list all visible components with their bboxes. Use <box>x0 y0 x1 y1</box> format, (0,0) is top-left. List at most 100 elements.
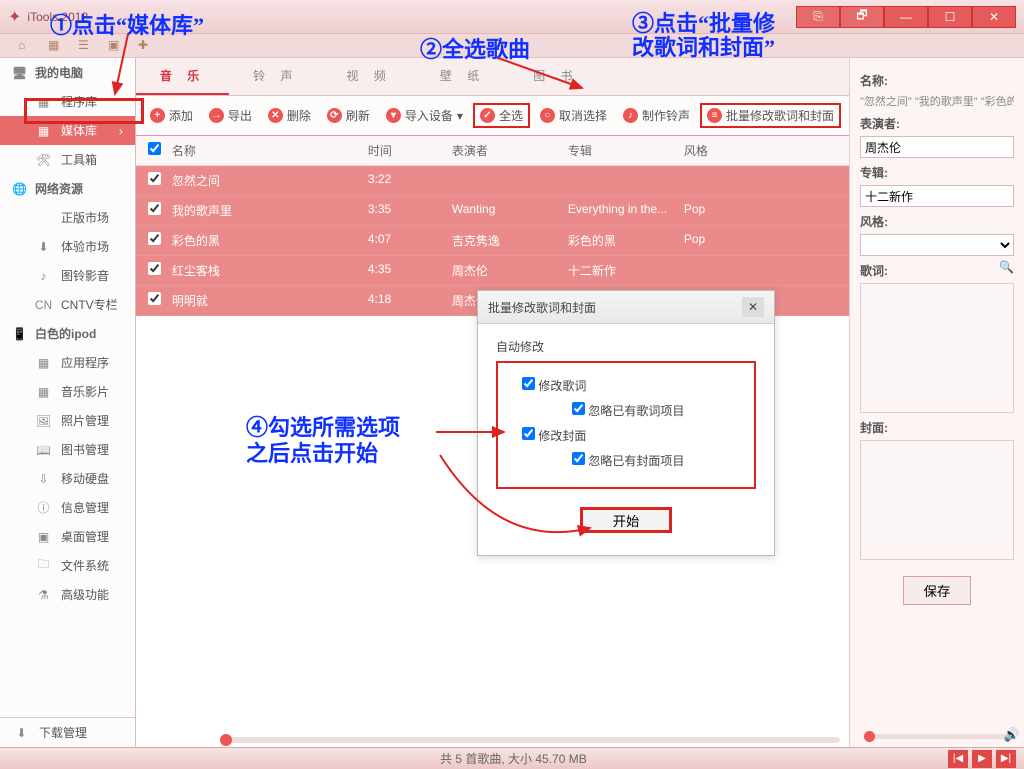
select-all-button[interactable]: ✓全选 <box>473 103 530 128</box>
status-text: 共 5 首歌曲, 大小 45.70 MB <box>440 750 587 767</box>
tab-0[interactable]: 音 乐 <box>136 58 229 95</box>
batch-edit-button[interactable]: ≡批量修改歌词和封面 <box>700 103 841 128</box>
tab-2[interactable]: 视 频 <box>323 58 416 95</box>
delete-button[interactable]: ✕删除 <box>262 104 317 127</box>
sidebar-item-label: 移动硬盘 <box>61 470 109 487</box>
restore-button[interactable]: 🗗 <box>840 6 884 28</box>
dialog-start-button[interactable]: 开始 <box>580 507 672 533</box>
sidebar-item-0-0[interactable]: ▦程序库 <box>0 87 135 116</box>
sidebar-item-2-0[interactable]: ▦应用程序 <box>0 348 135 377</box>
prev-button[interactable]: |◀ <box>948 750 968 768</box>
sidebar-item-2-7[interactable]: 🗀文件系统 <box>0 551 135 580</box>
sidebar-item-1-1[interactable]: ⬇体验市场 <box>0 232 135 261</box>
col-name[interactable]: 名称 <box>168 142 364 159</box>
quick-icon-row: ⌂ ▦ ☰ ▣ ✚ <box>0 34 1024 58</box>
sidebar-item-label: 音乐影片 <box>61 383 109 400</box>
sidebar-item-1-2[interactable]: ♪图铃影音 <box>0 261 135 290</box>
col-time[interactable]: 时间 <box>364 142 448 159</box>
prop-genre-label: 风格: <box>860 213 1014 230</box>
feedback-button[interactable]: ⎘ <box>796 6 840 28</box>
sidebar-item-2-4[interactable]: ⇩移动硬盘 <box>0 464 135 493</box>
prop-genre-select[interactable] <box>860 234 1014 256</box>
sidebar-item-1-3[interactable]: CNCNTV专栏 <box>0 290 135 319</box>
row-genre <box>680 262 740 279</box>
col-artist[interactable]: 表演者 <box>448 142 564 159</box>
search-icon[interactable]: 🔍 <box>999 260 1014 274</box>
play-button[interactable]: ▶ <box>972 750 992 768</box>
refresh-button[interactable]: ⟳刷新 <box>321 104 376 127</box>
next-button[interactable]: ▶| <box>996 750 1016 768</box>
opt-cover-checkbox[interactable] <box>522 427 535 440</box>
opt-lyric-checkbox[interactable] <box>522 377 535 390</box>
opt-lyric[interactable]: 修改歌词 <box>522 379 586 393</box>
row-checkbox[interactable] <box>148 202 161 215</box>
export-button[interactable]: →导出 <box>203 104 258 127</box>
opt-cover-skip[interactable]: 忽略已有封面项目 <box>572 454 684 468</box>
volume-icon[interactable]: 🔊 <box>1004 727 1020 743</box>
prop-cover-box[interactable] <box>860 440 1014 560</box>
table-row[interactable]: 忽然之间3:22 <box>136 166 849 196</box>
volume-knob[interactable] <box>864 731 875 742</box>
home-icon[interactable]: ⌂ <box>18 38 34 54</box>
col-genre[interactable]: 风格 <box>680 142 740 159</box>
col-album[interactable]: 专辑 <box>564 142 680 159</box>
grid-icon[interactable]: ▦ <box>48 38 64 54</box>
opt-lyric-skip-checkbox[interactable] <box>572 402 585 415</box>
tab-1[interactable]: 铃 声 <box>229 58 322 95</box>
sidebar-item-2-2[interactable]: 🖼照片管理 <box>0 406 135 435</box>
prop-album-input[interactable] <box>860 185 1014 207</box>
row-checkbox[interactable] <box>148 172 161 185</box>
close-button[interactable]: ✕ <box>972 6 1016 28</box>
sidebar-item-0-2[interactable]: 🛠工具箱 <box>0 145 135 174</box>
delete-icon: ✕ <box>268 108 283 123</box>
dialog-titlebar[interactable]: 批量修改歌词和封面 ✕ <box>478 291 774 324</box>
sidebar-section-header[interactable]: 📱白色的ipod <box>0 319 135 348</box>
sidebar-item-2-8[interactable]: ⚗高级功能 <box>0 580 135 609</box>
sidebar-item-0-1[interactable]: ▦媒体库› <box>0 116 135 145</box>
progress-knob[interactable] <box>220 734 232 746</box>
row-artist <box>448 172 564 189</box>
header-checkbox[interactable] <box>148 142 161 155</box>
opt-lyric-skip[interactable]: 忽略已有歌词项目 <box>572 404 684 418</box>
sidebar-item-icon: ⬇ <box>36 239 51 254</box>
tab-4[interactable]: 图 书 <box>509 58 602 95</box>
sidebar-section-header[interactable]: 🌐网络资源 <box>0 174 135 203</box>
table-row[interactable]: 彩色的黑4:07吉克隽逸彩色的黑Pop <box>136 226 849 256</box>
app-logo-icon: ✦ <box>8 7 21 27</box>
sidebar-item-2-3[interactable]: 📖图书管理 <box>0 435 135 464</box>
row-checkbox[interactable] <box>148 262 161 275</box>
sidebar-item-2-6[interactable]: ▣桌面管理 <box>0 522 135 551</box>
minimize-button[interactable]: — <box>884 6 928 28</box>
tab-3[interactable]: 壁 纸 <box>416 58 509 95</box>
list-icon[interactable]: ☰ <box>78 38 94 54</box>
maximize-button[interactable]: ☐ <box>928 6 972 28</box>
sidebar-item-icon <box>36 210 51 225</box>
sidebar-item-label: 高级功能 <box>61 586 109 603</box>
tool-icon[interactable]: ✚ <box>138 38 154 54</box>
add-button[interactable]: +添加 <box>144 104 199 127</box>
row-checkbox[interactable] <box>148 292 161 305</box>
check-icon: ✓ <box>480 108 495 123</box>
import-device-button[interactable]: ▾导入设备 ▾ <box>380 104 469 127</box>
table-row[interactable]: 我的歌声里3:35WantingEverything in the...Pop <box>136 196 849 226</box>
progress-bar[interactable] <box>220 737 840 743</box>
row-time: 4:35 <box>364 262 448 279</box>
row-checkbox[interactable] <box>148 232 161 245</box>
volume-bar[interactable] <box>864 734 1014 739</box>
opt-cover-skip-checkbox[interactable] <box>572 452 585 465</box>
dialog-close-button[interactable]: ✕ <box>742 297 764 317</box>
download-manager[interactable]: ⬇ 下载管理 <box>0 718 135 747</box>
sidebar-item-2-5[interactable]: ⓘ信息管理 <box>0 493 135 522</box>
sidebar-item-1-0[interactable]: 正版市场 <box>0 203 135 232</box>
prop-artist-input[interactable] <box>860 136 1014 158</box>
deselect-button[interactable]: ○取消选择 <box>534 104 613 127</box>
prop-lyric-box[interactable] <box>860 283 1014 413</box>
opt-cover[interactable]: 修改封面 <box>522 429 586 443</box>
table-row[interactable]: 红尘客栈4:35周杰伦十二新作 <box>136 256 849 286</box>
sidebar-item-icon: 📖 <box>36 442 51 457</box>
media-icon[interactable]: ▣ <box>108 38 124 54</box>
save-button[interactable]: 保存 <box>903 576 972 605</box>
sidebar-section-header[interactable]: 🖥我的电脑 <box>0 58 135 87</box>
make-ringtone-button[interactable]: ♪制作铃声 <box>617 104 696 127</box>
sidebar-item-2-1[interactable]: ▦音乐影片 <box>0 377 135 406</box>
